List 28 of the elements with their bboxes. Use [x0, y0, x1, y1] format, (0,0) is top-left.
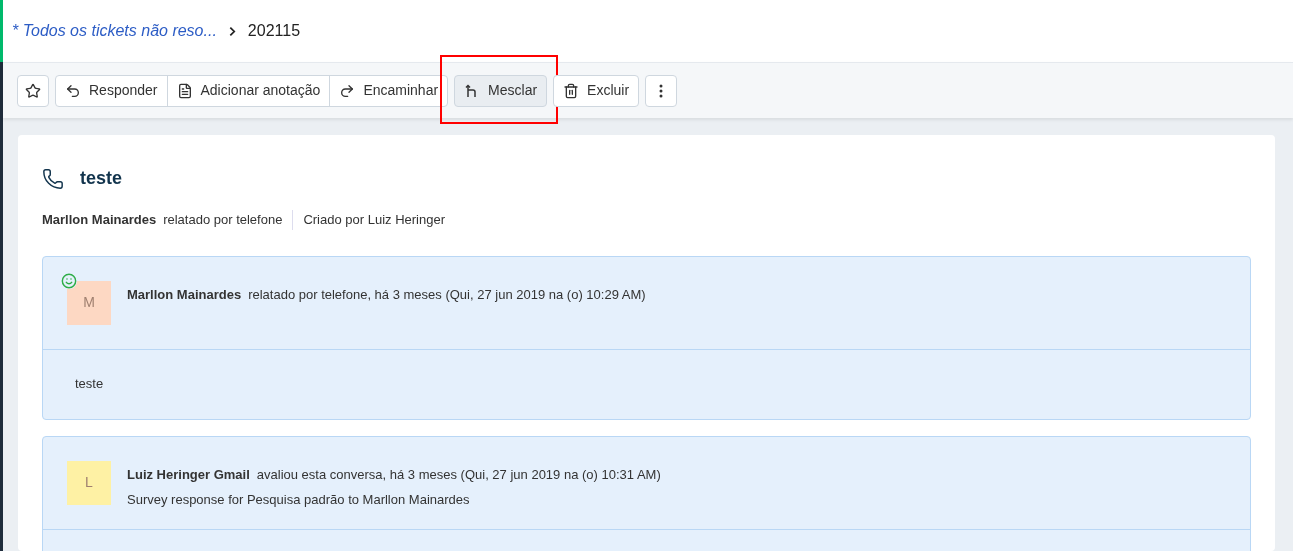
forward-icon — [339, 82, 356, 99]
chevron-icon — [228, 25, 236, 37]
star-icon — [25, 82, 41, 99]
ticket-subject: teste — [80, 167, 123, 190]
created-by-text: Criado por Luiz Heringer — [303, 211, 446, 229]
conversation-summary: Survey response for Pesquisa padrão to Marllon Mainardes — [127, 491, 471, 509]
requester-name: Marllon Mainardes — [42, 211, 157, 229]
conversation-meta: relatado por telefone, há 3 meses (Qui, 27 jun 2019 na (o) 10:29 AM) — [248, 285, 646, 304]
toolbar-button[interactable]: Responder — [56, 75, 167, 106]
toolbar-button[interactable]: Excluir — [553, 74, 640, 107]
author-name: Luiz Heringer Gmail — [127, 465, 250, 484]
toolbar-icon-button[interactable] — [17, 74, 49, 107]
reply-icon — [65, 82, 81, 99]
breadcrumb-link[interactable]: * Todos os tickets não reso... — [12, 19, 217, 43]
conversation-meta: avaliou esta conversa, há 3 meses (Qui, 27 jun 2019 na (o) 10:31 AM) — [256, 465, 661, 484]
ticket-number: 202115 — [247, 21, 301, 41]
author-name: Marllon Mainardes — [127, 285, 242, 304]
toolbar-button[interactable]: Adicionar anotação — [166, 75, 330, 106]
message-body: teste — [75, 375, 104, 394]
avatar: M — [67, 280, 111, 325]
toolbar-button[interactable]: Mesclar — [454, 74, 548, 107]
toolbar-button[interactable]: Encaminhar — [329, 75, 448, 106]
more-icon — [659, 83, 664, 98]
phone-icon — [42, 167, 64, 190]
avatar: L — [67, 460, 111, 505]
note-icon — [176, 82, 193, 99]
trash-icon — [563, 82, 580, 99]
source-text: relatado por telefone — [163, 210, 294, 230]
